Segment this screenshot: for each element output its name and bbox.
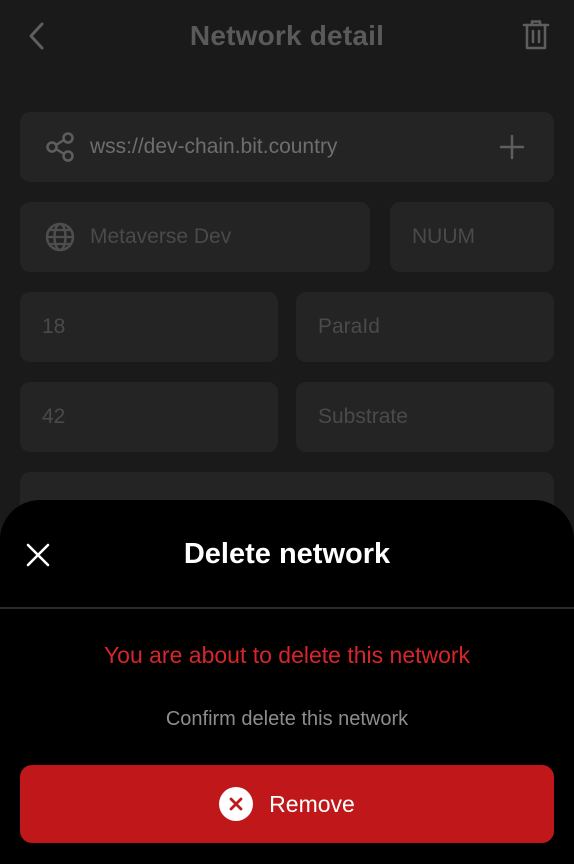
ss58-prefix-field[interactable]: 42 xyxy=(20,382,278,452)
divider xyxy=(0,607,574,609)
globe-icon xyxy=(45,222,75,252)
header: Network detail xyxy=(0,0,574,76)
provider-url-field[interactable]: wss://dev-chain.bit.country xyxy=(20,112,554,182)
network-type-field[interactable]: Substrate xyxy=(296,382,554,452)
para-id-value: ParaId xyxy=(318,315,380,338)
warning-text: You are about to delete this network xyxy=(103,642,471,668)
delete-network-button[interactable] xyxy=(520,18,552,52)
confirm-text: Confirm delete this network xyxy=(165,708,409,730)
network-name-value: Metaverse Dev xyxy=(90,225,232,248)
para-id-field[interactable]: ParaId xyxy=(296,292,554,362)
remove-button[interactable]: Remove xyxy=(20,765,554,843)
decimals-field[interactable]: 18 xyxy=(20,292,278,362)
symbol-field[interactable]: NUUM xyxy=(390,202,554,272)
network-type-value: Substrate xyxy=(318,405,408,428)
trash-icon xyxy=(522,20,550,50)
share-network-icon xyxy=(46,132,74,162)
network-name-field[interactable]: Metaverse Dev xyxy=(20,202,370,272)
symbol-value: NUUM xyxy=(412,225,475,248)
decimals-value: 18 xyxy=(42,315,66,338)
provider-url-value: wss://dev-chain.bit.country xyxy=(90,135,338,158)
page-title: Network detail xyxy=(189,20,385,51)
close-circle-icon xyxy=(219,787,254,821)
plus-icon[interactable] xyxy=(498,133,526,161)
sheet-title: Delete network xyxy=(183,538,391,570)
ss58-prefix-value: 42 xyxy=(42,405,66,428)
delete-network-sheet: Delete network You are about to delete t… xyxy=(0,500,574,864)
remove-label: Remove xyxy=(269,790,355,817)
